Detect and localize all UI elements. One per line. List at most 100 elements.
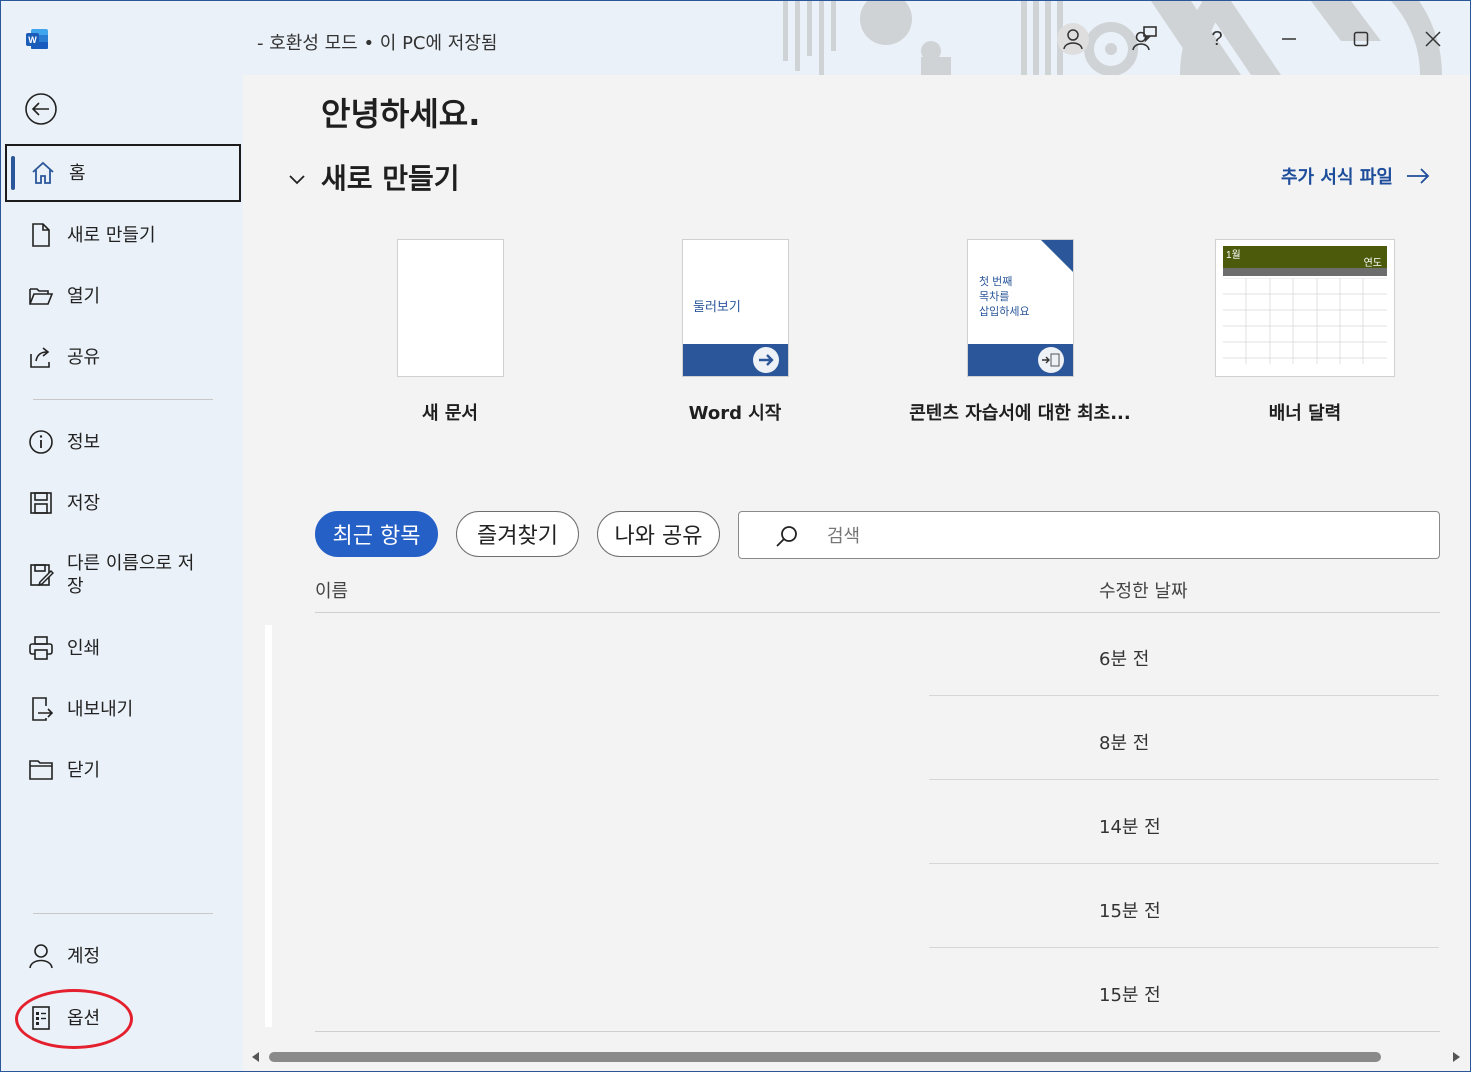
minimize-icon — [1282, 38, 1296, 40]
nav-save-as[interactable]: 다른 이름으로 저 장 — [5, 545, 241, 605]
close-window-button[interactable] — [1415, 21, 1451, 57]
nav-open[interactable]: 열기 — [5, 267, 241, 325]
more-templates-link[interactable]: 추가 서식 파일 — [1281, 163, 1431, 189]
column-header-name[interactable]: 이름 — [315, 577, 348, 603]
scroll-right-icon[interactable] — [1449, 1050, 1463, 1064]
template-thumbnail: 첫 번째 목차를 삽입하세요 — [967, 239, 1074, 377]
row-divider — [929, 695, 1439, 696]
minimize-button[interactable] — [1271, 21, 1307, 57]
nav-account[interactable]: 계정 — [5, 927, 241, 985]
greeting-heading: 안녕하세요. — [321, 95, 481, 133]
template-name: Word 시작 — [688, 403, 782, 424]
horizontal-scrollbar[interactable] — [243, 1047, 1470, 1067]
template-banner-calendar[interactable]: 1월 연도 배너 달력 — [1175, 239, 1435, 429]
search-input[interactable] — [827, 522, 1387, 550]
thumb-line-3: 삽입하세요 — [979, 306, 1030, 318]
template-name: 배너 달력 — [1268, 403, 1342, 424]
nav-home[interactable]: 홈 — [5, 144, 241, 202]
row-divider — [929, 779, 1439, 780]
header-divider — [315, 612, 1440, 613]
new-section-title: 새로 만들기 — [321, 162, 460, 195]
filter-favorites[interactable]: 즐겨찾기 — [456, 511, 579, 557]
nav-open-label: 열기 — [67, 285, 101, 307]
folder-close-icon — [27, 756, 55, 784]
collapse-chevron-icon[interactable] — [287, 169, 307, 189]
row-divider — [929, 863, 1439, 864]
template-name: 콘텐츠 자습서에 대한 최초... — [909, 403, 1131, 424]
template-thumbnail — [397, 239, 504, 377]
nav-home-label: 홈 — [69, 162, 86, 184]
help-button[interactable]: ? — [1199, 21, 1235, 57]
arrow-circle-icon — [753, 347, 779, 373]
scroll-left-icon[interactable] — [249, 1050, 263, 1064]
nav-close-label: 닫기 — [67, 759, 101, 781]
word-logo-icon: W — [26, 29, 48, 49]
nav-share-label: 공유 — [67, 346, 101, 368]
corner-ribbon — [1041, 240, 1073, 272]
list-bottom-divider — [315, 1031, 1440, 1032]
close-icon — [1425, 31, 1441, 47]
calendar-banner — [1223, 246, 1387, 268]
template-thumbnail: 1월 연도 — [1215, 239, 1395, 377]
save-icon — [27, 489, 55, 517]
backstage-nav: 홈 새로 만들기 열기 공유 정보 저장 다른 이름으로 저 장 인쇄 내보내기… — [1, 75, 243, 1071]
nav-print[interactable]: 인쇄 — [5, 619, 241, 677]
title-bar: W - 호환성 모드 • 이 PC에 저장됨 ? — [1, 1, 1470, 75]
recent-row-modified[interactable]: 14분 전 — [1099, 813, 1161, 839]
nav-divider-bottom — [33, 913, 213, 914]
nav-save-as-label: 다른 이름으로 저 장 — [67, 553, 195, 597]
nav-divider — [33, 399, 213, 400]
nav-share[interactable]: 공유 — [5, 328, 241, 386]
thumb-line-1: 첫 번째 — [979, 276, 1013, 288]
search-icon — [776, 526, 797, 547]
nav-new[interactable]: 새로 만들기 — [5, 206, 241, 264]
scrollbar-thumb[interactable] — [269, 1052, 1381, 1062]
maximize-button[interactable] — [1343, 21, 1379, 57]
info-icon — [27, 428, 55, 456]
filter-recent[interactable]: 최근 항목 — [315, 511, 438, 557]
recent-row-modified[interactable]: 6분 전 — [1099, 645, 1149, 671]
arrow-right-icon — [1406, 168, 1430, 184]
options-highlight-annotation — [15, 989, 133, 1049]
row-divider — [929, 947, 1439, 948]
filter-shared-with-me[interactable]: 나와 공유 — [597, 511, 720, 557]
window-title: - 호환성 모드 • 이 PC에 저장됨 — [257, 33, 498, 54]
back-arrow-icon — [25, 93, 57, 125]
thumb-caption: 둘러보기 — [693, 299, 741, 314]
nav-export[interactable]: 내보내기 — [5, 680, 241, 738]
export-icon — [27, 695, 55, 723]
coauthor-button[interactable] — [1127, 21, 1163, 57]
account-avatar-button[interactable] — [1055, 21, 1091, 57]
template-word-tour[interactable]: 둘러보기 Word 시작 — [605, 239, 865, 429]
template-toc-tutorial[interactable]: 첫 번째 목차를 삽입하세요 콘텐츠 자습서에 대한 최초... — [890, 239, 1150, 429]
search-box[interactable] — [738, 511, 1440, 559]
thumb-line-2: 목차를 — [979, 291, 1010, 303]
recent-row-modified[interactable]: 15분 전 — [1099, 897, 1161, 923]
calendar-year: 연도 — [1363, 258, 1382, 269]
calendar-grid — [1223, 278, 1387, 364]
template-name: 새 문서 — [422, 403, 478, 424]
avatar-icon — [1057, 23, 1089, 55]
nav-save[interactable]: 저장 — [5, 474, 241, 532]
toc-arrow-icon — [1038, 347, 1064, 373]
home-icon — [29, 159, 57, 187]
calendar-month: 1월 — [1226, 250, 1241, 261]
template-blank-document[interactable]: 새 문서 — [320, 239, 580, 429]
new-document-icon — [27, 221, 55, 249]
nav-export-label: 내보내기 — [67, 698, 134, 720]
recent-row-modified[interactable]: 8분 전 — [1099, 729, 1149, 755]
svg-text:W: W — [28, 35, 37, 45]
column-header-modified[interactable]: 수정한 날짜 — [1099, 577, 1188, 603]
more-templates-label: 추가 서식 파일 — [1281, 167, 1393, 188]
maximize-icon — [1353, 31, 1369, 47]
share-icon — [27, 343, 55, 371]
person-feedback-icon — [1132, 26, 1157, 51]
nav-info[interactable]: 정보 — [5, 413, 241, 471]
folder-open-icon — [27, 282, 55, 310]
nav-save-label: 저장 — [67, 492, 101, 514]
home-pane: 안녕하세요. 새로 만들기 추가 서식 파일 새 문서 둘러보기 Word 시작… — [243, 75, 1470, 1071]
recent-row-modified[interactable]: 15분 전 — [1099, 981, 1161, 1007]
nav-close[interactable]: 닫기 — [5, 741, 241, 799]
template-thumbnail: 둘러보기 — [682, 239, 789, 377]
back-button[interactable] — [23, 91, 59, 127]
